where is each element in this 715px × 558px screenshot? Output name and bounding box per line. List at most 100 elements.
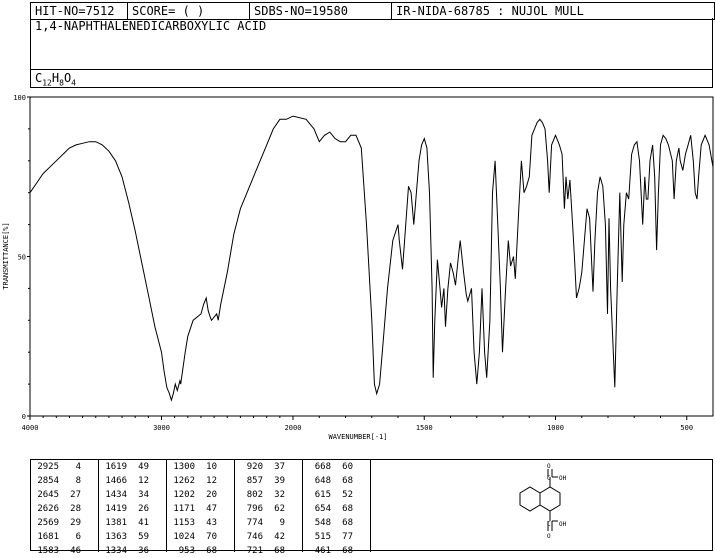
- peak-wavenumber: 2854: [37, 476, 59, 486]
- peak-wavenumber: 746: [246, 532, 263, 542]
- peak-wavenumber: 2645: [37, 490, 59, 500]
- peak-row: 1334 36: [99, 544, 166, 558]
- peak-row: 1153 43: [167, 516, 234, 530]
- ir-spectrum-chart: 100500 4000 3000 2000 1500 1000 500 TRANSMITT…: [2, 94, 714, 441]
- peak-row: 1419 26: [99, 502, 166, 516]
- x-tick-label: 2000: [285, 424, 302, 432]
- peak-wavenumber: 654: [314, 504, 331, 514]
- peak-wavenumber: 2569: [37, 518, 59, 528]
- peak-transmittance: 77: [342, 532, 353, 542]
- peak-transmittance: 12: [138, 476, 149, 486]
- structure-top-c: C: [547, 475, 551, 482]
- peak-row: 1434 34: [99, 488, 166, 502]
- peak-transmittance: 6: [75, 532, 81, 542]
- peak-row: 615 52: [303, 488, 370, 502]
- peak-wavenumber: 1619: [105, 462, 127, 472]
- peak-wavenumber: 1153: [173, 518, 195, 528]
- peak-row: 857 39: [235, 474, 302, 488]
- peak-transmittance: 41: [138, 518, 149, 528]
- peak-row: 1381 41: [99, 516, 166, 530]
- peak-row: 648 68: [303, 474, 370, 488]
- peak-transmittance: 43: [206, 518, 217, 528]
- peak-transmittance: 49: [138, 462, 149, 472]
- peak-wavenumber: 648: [314, 476, 331, 486]
- peak-wavenumber: 1466: [105, 476, 127, 486]
- peak-transmittance: 68: [342, 504, 353, 514]
- peak-wavenumber: 668: [314, 462, 331, 472]
- peak-row: 654 68: [303, 502, 370, 516]
- peak-row: 1300 10: [167, 460, 234, 474]
- peak-row: 746 42: [235, 530, 302, 544]
- peak-row: 721 68: [235, 544, 302, 558]
- y-tick-label: 50: [18, 254, 26, 262]
- peak-row: 668 60: [303, 460, 370, 474]
- peak-transmittance: 27: [70, 490, 81, 500]
- plot-frame: [29, 96, 714, 417]
- peak-wavenumber: 802: [246, 490, 263, 500]
- x-tick-label: 1500: [416, 424, 433, 432]
- peak-wavenumber: 920: [246, 462, 263, 472]
- peak-transmittance: 68: [342, 546, 353, 556]
- peak-row: 2569 29: [31, 516, 98, 530]
- peak-row: 920 37: [235, 460, 302, 474]
- peak-transmittance: 4: [75, 462, 81, 472]
- peak-transmittance: 10: [206, 462, 217, 472]
- peak-column: 920 37 857 39 802 32 796 62 774 9 746 42 721 68: [235, 460, 303, 556]
- structure-top-o: O: [547, 463, 551, 470]
- peak-wavenumber: 1681: [37, 532, 59, 542]
- peak-row: 1619 49: [99, 460, 166, 474]
- peak-transmittance: 68: [206, 546, 217, 556]
- peak-wavenumber: 857: [246, 476, 263, 486]
- peak-transmittance: 59: [138, 532, 149, 542]
- peak-row: 1171 47: [167, 502, 234, 516]
- peak-wavenumber: 721: [246, 546, 263, 556]
- peak-transmittance: 42: [274, 532, 285, 542]
- peak-transmittance: 37: [274, 462, 285, 472]
- peak-row: 1202 20: [167, 488, 234, 502]
- peak-column: 668 60 648 68 615 52 654 68 548 68 515 77 461 68: [303, 460, 371, 556]
- peak-wavenumber: 1024: [173, 532, 195, 542]
- peak-column: 2925 4 2854 8 2645 27 2626 28 2569 29 1681 6 1583 46: [31, 460, 99, 556]
- peak-wavenumber: 615: [314, 490, 331, 500]
- peak-row: 2645 27: [31, 488, 98, 502]
- peak-wavenumber: 796: [246, 504, 263, 514]
- peak-wavenumber: 1300: [173, 462, 195, 472]
- peak-transmittance: 46: [70, 546, 81, 556]
- peak-row: 1466 12: [99, 474, 166, 488]
- x-tick-label: 4000: [22, 424, 39, 432]
- peak-row: 1262 12: [167, 474, 234, 488]
- x-tick-label: 1000: [547, 424, 564, 432]
- structure-bottom-c: C: [547, 521, 551, 528]
- peak-row: 2626 28: [31, 502, 98, 516]
- peak-transmittance: 20: [206, 490, 217, 500]
- peak-row: 2854 8: [31, 474, 98, 488]
- peak-transmittance: 39: [274, 476, 285, 486]
- x-axis-label: WAVENUMBER[-1]: [328, 433, 387, 441]
- peak-row: 802 32: [235, 488, 302, 502]
- peak-wavenumber: 953: [178, 546, 195, 556]
- peak-transmittance: 34: [138, 490, 149, 500]
- peak-wavenumber: 1262: [173, 476, 195, 486]
- peak-row: 1583 46: [31, 544, 98, 558]
- structure-bottom-oh: OH: [559, 521, 567, 528]
- peak-transmittance: 52: [342, 490, 353, 500]
- peak-transmittance: 68: [342, 476, 353, 486]
- peak-wavenumber: 1363: [105, 532, 127, 542]
- y-axis-label: TRANSMITTANCE[%]: [2, 222, 10, 289]
- peak-transmittance: 36: [138, 546, 149, 556]
- y-tick-label: 0: [22, 413, 26, 421]
- peak-wavenumber: 515: [314, 532, 331, 542]
- peak-wavenumber: 1583: [37, 546, 59, 556]
- y-tick-label: 100: [13, 94, 26, 102]
- peak-row: 2925 4: [31, 460, 98, 474]
- peak-transmittance: 9: [279, 518, 285, 528]
- peak-transmittance: 60: [342, 462, 353, 472]
- spectrum-line: [29, 115, 714, 402]
- peak-row: 1363 59: [99, 530, 166, 544]
- peak-transmittance: 70: [206, 532, 217, 542]
- peak-wavenumber: 548: [314, 518, 331, 528]
- peak-row: 548 68: [303, 516, 370, 530]
- peak-row: 1681 6: [31, 530, 98, 544]
- peak-transmittance: 29: [70, 518, 81, 528]
- peak-wavenumber: 1419: [105, 504, 127, 514]
